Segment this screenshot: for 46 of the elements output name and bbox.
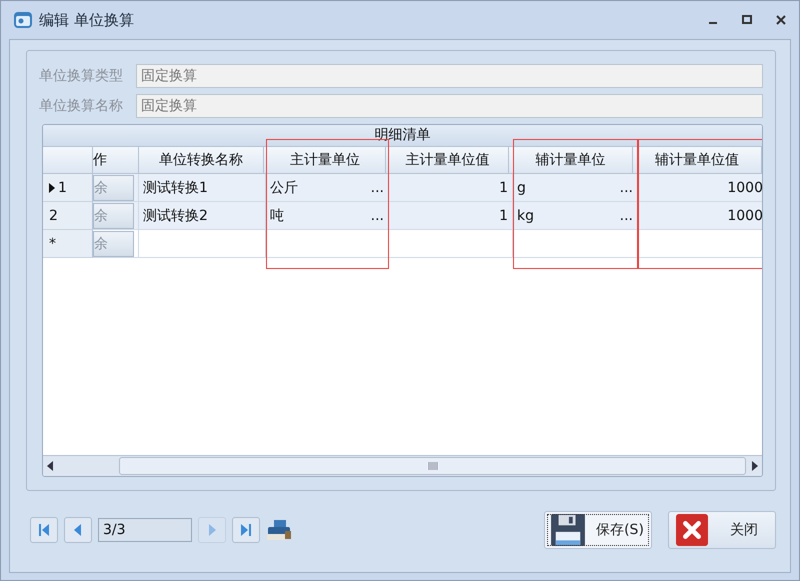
- table-cell: 1: [499, 180, 508, 196]
- column-header[interactable]: 主计量单位: [264, 147, 386, 174]
- table-cell: g: [517, 180, 526, 196]
- maximize-icon[interactable]: [741, 14, 753, 26]
- row-indicator[interactable]: 1: [43, 174, 93, 202]
- table-cell: 1: [499, 208, 508, 224]
- grip-icon: [428, 462, 438, 470]
- window-title: 编辑 单位换算: [39, 10, 134, 30]
- field-label: 单位换算类型: [39, 67, 124, 85]
- table-cell: 1000: [727, 208, 762, 224]
- previous-icon: [72, 523, 84, 537]
- table-cell: 公斤: [270, 178, 298, 196]
- field-label: 单位换算名称: [39, 97, 124, 115]
- scroll-left-icon[interactable]: [47, 461, 55, 471]
- first-icon: [38, 523, 50, 537]
- row-header-corner: [43, 147, 93, 174]
- row-indicator[interactable]: *: [43, 230, 93, 258]
- table-cell: 吨: [270, 206, 284, 224]
- column-header[interactable]: 单位转换名称: [138, 147, 264, 174]
- table-cell: 1000: [727, 180, 762, 196]
- table-cell: kg: [517, 208, 534, 224]
- lookup-button[interactable]: ...: [620, 208, 633, 224]
- save-button[interactable]: 保存(S): [544, 511, 652, 549]
- close-icon[interactable]: [775, 14, 787, 26]
- close-icon: [675, 514, 709, 546]
- printer-icon[interactable]: [266, 519, 292, 541]
- row-indicator[interactable]: 2: [43, 202, 93, 230]
- table-cell: 测试转换1: [143, 178, 208, 196]
- close-button[interactable]: 关闭: [668, 511, 776, 549]
- last-button[interactable]: [232, 517, 260, 543]
- column-header[interactable]: 辅计量单位: [509, 147, 634, 174]
- app-icon: [13, 10, 33, 30]
- column-header[interactable]: 主计量单位值: [386, 147, 510, 174]
- scroll-right-icon[interactable]: [750, 461, 758, 471]
- previous-button[interactable]: [64, 517, 92, 543]
- column-header[interactable]: 作: [93, 147, 139, 174]
- next-icon: [206, 523, 218, 537]
- lookup-button[interactable]: ...: [370, 208, 384, 224]
- table-cell: 测试转换2: [143, 206, 208, 224]
- column-header[interactable]: 辅计量单位值: [633, 147, 762, 174]
- current-row-icon: [49, 182, 55, 192]
- last-icon: [240, 523, 252, 537]
- lookup-button[interactable]: ...: [370, 180, 384, 196]
- first-button[interactable]: [30, 517, 58, 543]
- lookup-button[interactable]: ...: [620, 180, 633, 196]
- position-field[interactable]: 3/3: [98, 518, 192, 542]
